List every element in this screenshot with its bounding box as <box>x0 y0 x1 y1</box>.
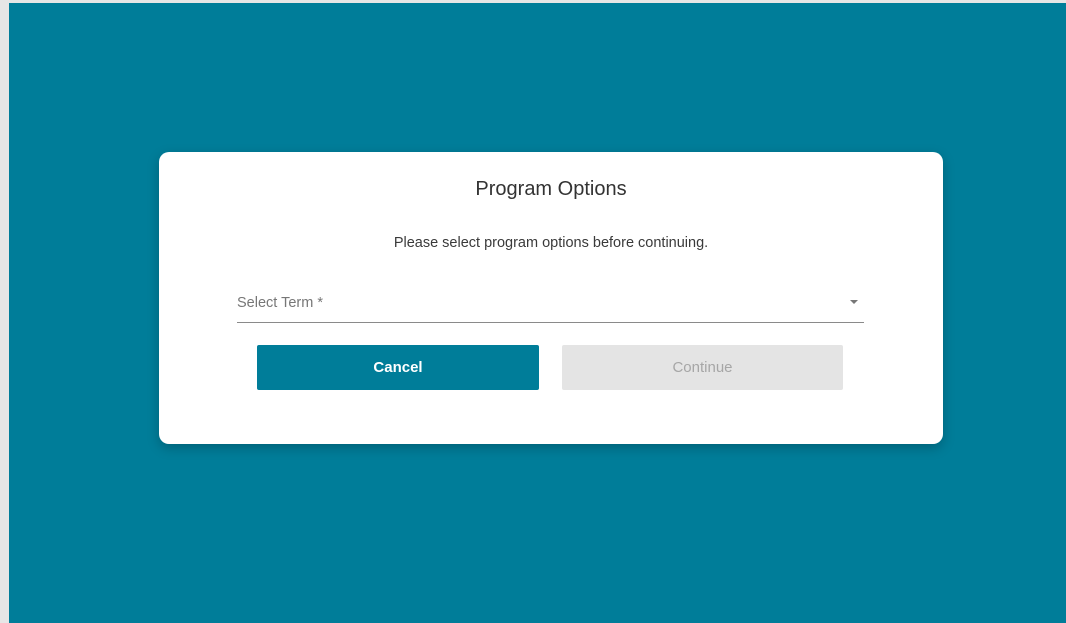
program-options-dialog: Program Options Please select program op… <box>159 152 943 444</box>
cancel-button[interactable]: Cancel <box>257 345 539 390</box>
dialog-message: Please select program options before con… <box>393 235 709 251</box>
select-term-dropdown[interactable]: Select Term * <box>237 290 864 323</box>
select-term-label: Select Term * <box>237 295 323 311</box>
continue-button[interactable]: Continue <box>562 345 843 390</box>
dialog-title: Program Options <box>475 178 627 200</box>
chevron-down-icon <box>850 300 858 304</box>
